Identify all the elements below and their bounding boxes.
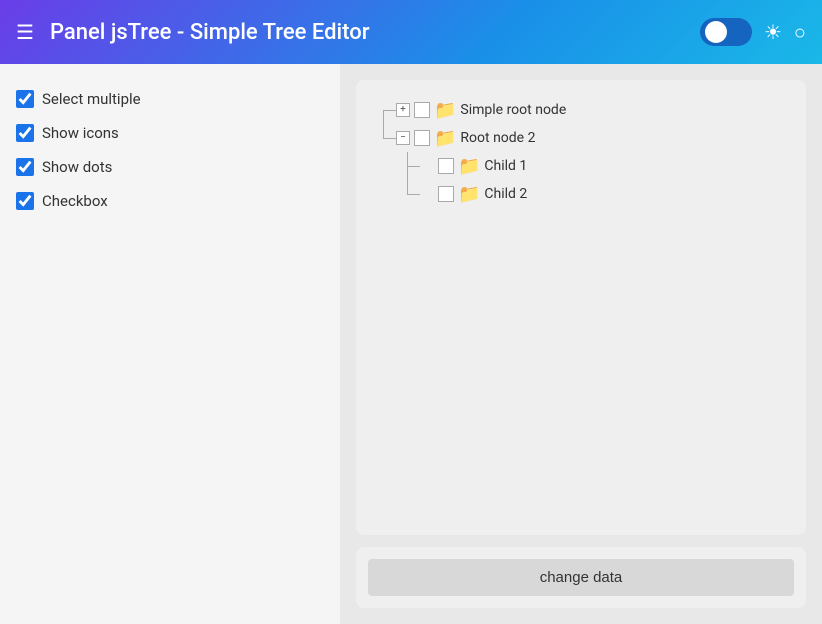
expand-space-child1 — [420, 159, 434, 173]
change-data-button[interactable]: change data — [368, 559, 794, 596]
expand-button-root1[interactable]: + — [396, 103, 410, 117]
tree-indent-child2 — [372, 180, 396, 208]
expand-button-root2[interactable]: − — [396, 131, 410, 145]
tree-vline-top — [383, 124, 384, 138]
tree-connector-child1 — [396, 152, 420, 180]
tree-row: 📁 Child 1 — [372, 152, 790, 180]
folder-icon-root2: 📁 — [434, 128, 456, 149]
tree-indent-child1 — [372, 152, 396, 180]
checkbox-show-dots-input[interactable] — [16, 158, 34, 176]
node-checkbox-child1[interactable] — [438, 158, 454, 174]
node-label-root1: Simple root node — [460, 102, 566, 118]
checkbox-show-icons[interactable]: Show icons — [16, 118, 324, 148]
main-layout: Select multiple Show icons Show dots Che… — [0, 64, 822, 624]
node-label-child1: Child 1 — [484, 158, 527, 174]
header-title: Panel jsTree - Simple Tree Editor — [50, 20, 684, 45]
tree-row: − 📁 Root node 2 — [372, 124, 790, 152]
button-panel: change data — [356, 547, 806, 608]
checkbox-show-icons-label: Show icons — [42, 124, 119, 142]
tree: + 📁 Simple root node − — [372, 96, 790, 208]
content-area: + 📁 Simple root node − — [340, 64, 822, 624]
checkbox-checkbox[interactable]: Checkbox — [16, 186, 324, 216]
tree-hline — [407, 194, 420, 195]
checkbox-select-multiple[interactable]: Select multiple — [16, 84, 324, 114]
toggle-knob — [705, 21, 727, 43]
folder-icon-child1: 📁 — [458, 156, 480, 177]
tree-connector-root1 — [372, 96, 396, 124]
node-checkbox-root1[interactable] — [414, 102, 430, 118]
checkbox-checkbox-label: Checkbox — [42, 192, 108, 210]
expand-space-child2 — [420, 187, 434, 201]
header-controls: ☀ ○ — [700, 18, 806, 46]
folder-icon-child2: 📁 — [458, 184, 480, 205]
checkbox-select-multiple-label: Select multiple — [42, 90, 141, 108]
tree-hline — [383, 110, 396, 111]
sidebar: Select multiple Show icons Show dots Che… — [0, 64, 340, 624]
checkbox-checkbox-input[interactable] — [16, 192, 34, 210]
account-icon[interactable]: ○ — [794, 20, 806, 45]
checkbox-show-dots[interactable]: Show dots — [16, 152, 324, 182]
header: ☰ Panel jsTree - Simple Tree Editor ☀ ○ — [0, 0, 822, 64]
tree-connector-root2 — [372, 124, 396, 152]
checkbox-show-dots-label: Show dots — [42, 158, 112, 176]
node-checkbox-root2[interactable] — [414, 130, 430, 146]
tree-row: 📁 Child 2 — [372, 180, 790, 208]
hamburger-icon[interactable]: ☰ — [16, 20, 34, 44]
tree-hline — [407, 166, 420, 167]
node-label-child2: Child 2 — [484, 186, 527, 202]
tree-connector-child2 — [396, 180, 420, 208]
folder-icon-root1: 📁 — [434, 100, 456, 121]
checkbox-show-icons-input[interactable] — [16, 124, 34, 142]
node-label-root2: Root node 2 — [460, 130, 535, 146]
tree-panel: + 📁 Simple root node − — [356, 80, 806, 535]
tree-row: + 📁 Simple root node — [372, 96, 790, 124]
checkbox-select-multiple-input[interactable] — [16, 90, 34, 108]
tree-vline-top — [407, 180, 408, 194]
dark-mode-toggle[interactable] — [700, 18, 752, 46]
node-checkbox-child2[interactable] — [438, 186, 454, 202]
tree-vline — [383, 110, 384, 124]
sun-icon[interactable]: ☀ — [764, 20, 782, 44]
tree-hline — [383, 138, 396, 139]
